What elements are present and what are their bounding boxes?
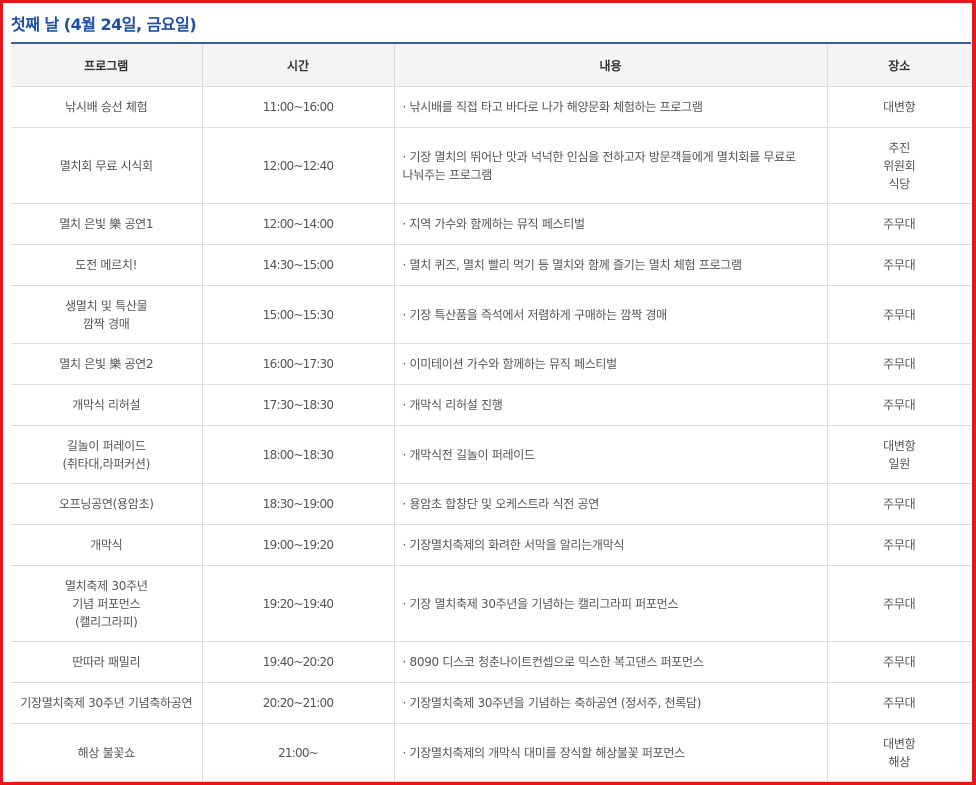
time-cell: 11:00~16:00 <box>201 86 394 128</box>
content-cell: · 기장 멸치축제 30주년을 기념하는 캘리그라피 퍼포먼스 <box>393 565 827 642</box>
program-cell: 길놀이 퍼레이드 (취타대,라퍼커션) <box>11 425 202 484</box>
header-place: 장소 <box>826 43 971 87</box>
time-cell: 17:30~18:30 <box>201 384 394 426</box>
place-cell: 주무대 <box>826 565 971 642</box>
table-row: 개막식 리허설 17:30~18:30 · 개막식 리허설 진행 주무대 <box>11 384 971 426</box>
table-header-row: 프로그램 시간 내용 장소 <box>11 43 971 87</box>
page-frame: 첫째 날 (4월 24일, 금요일) 프로그램 시간 내용 장소 낚시배 승선 … <box>0 0 976 785</box>
content-cell: · 기장 멸치의 뛰어난 맛과 넉넉한 인심을 전하고자 방문객들에게 멸치회를… <box>393 127 827 204</box>
program-cell: 해상 불꽃쇼 <box>11 723 202 782</box>
time-cell: 20:20~21:00 <box>201 682 394 724</box>
table-row: 기장멸치축제 30주년 기념축하공연 20:20~21:00 · 기장멸치축제 … <box>11 682 971 724</box>
header-content: 내용 <box>393 43 827 87</box>
table-row: 멸치축제 30주년 기념 퍼포먼스 (캘리그라피) 19:20~19:40 · … <box>11 565 971 642</box>
place-cell: 추진 위원회 식당 <box>826 127 971 204</box>
time-cell: 19:00~19:20 <box>201 524 394 566</box>
content-cell: · 지역 가수와 함께하는 뮤직 페스티벌 <box>393 203 827 245</box>
program-cell: 멸치 은빛 樂 공연1 <box>11 203 202 245</box>
header-program: 프로그램 <box>11 43 202 87</box>
table-row: 해상 불꽃쇼 21:00~ · 기장멸치축제의 개막식 대미를 장식할 해상불꽃… <box>11 723 971 782</box>
time-cell: 18:00~18:30 <box>201 425 394 484</box>
place-cell: 주무대 <box>826 483 971 525</box>
content-cell: · 멸치 퀴즈, 멸치 빨리 먹기 등 멸치와 함께 즐기는 멸치 체험 프로그… <box>393 244 827 286</box>
content-cell: · 기장멸치축제의 화려한 서막을 알리는개막식 <box>393 524 827 566</box>
program-cell: 낚시배 승선 체험 <box>11 86 202 128</box>
place-cell: 주무대 <box>826 682 971 724</box>
content-cell: · 용암초 합창단 및 오케스트라 식전 공연 <box>393 483 827 525</box>
time-cell: 15:00~15:30 <box>201 285 394 344</box>
place-cell: 주무대 <box>826 203 971 245</box>
time-cell: 14:30~15:00 <box>201 244 394 286</box>
time-cell: 19:20~19:40 <box>201 565 394 642</box>
table-row: 도전 메르치! 14:30~15:00 · 멸치 퀴즈, 멸치 빨리 먹기 등 … <box>11 244 971 286</box>
content-cell: · 기장멸치축제 30주년을 기념하는 축하공연 (정서주, 천록담) <box>393 682 827 724</box>
table-row: 딴따라 패밀리 19:40~20:20 · 8090 디스코 청춘나이트컨셉으로… <box>11 641 971 683</box>
time-cell: 12:00~14:00 <box>201 203 394 245</box>
table-row: 멸치 은빛 樂 공연1 12:00~14:00 · 지역 가수와 함께하는 뮤직… <box>11 203 971 245</box>
section-title: 첫째 날 (4월 24일, 금요일) <box>11 15 197 34</box>
place-cell: 대변항 해상 <box>826 723 971 782</box>
program-cell: 도전 메르치! <box>11 244 202 286</box>
time-cell: 16:00~17:30 <box>201 343 394 385</box>
program-cell: 멸치축제 30주년 기념 퍼포먼스 (캘리그라피) <box>11 565 202 642</box>
place-cell: 주무대 <box>826 384 971 426</box>
content-cell: · 기장 특산품을 즉석에서 저렴하게 구매하는 깜짝 경매 <box>393 285 827 344</box>
place-cell: 주무대 <box>826 343 971 385</box>
table-row: 멸치회 무료 시식회 12:00~12:40 · 기장 멸치의 뛰어난 맛과 넉… <box>11 127 971 204</box>
program-cell: 생멸치 및 특산물 깜짝 경매 <box>11 285 202 344</box>
program-cell: 멸치회 무료 시식회 <box>11 127 202 204</box>
place-cell: 대변항 <box>826 86 971 128</box>
place-cell: 주무대 <box>826 285 971 344</box>
place-cell: 대변항 일원 <box>826 425 971 484</box>
program-cell: 오프닝공연(용암초) <box>11 483 202 525</box>
program-cell: 개막식 리허설 <box>11 384 202 426</box>
content-cell: · 개막식전 길놀이 퍼레이드 <box>393 425 827 484</box>
place-cell: 주무대 <box>826 244 971 286</box>
program-cell: 멸치 은빛 樂 공연2 <box>11 343 202 385</box>
content-cell: · 기장멸치축제의 개막식 대미를 장식할 해상불꽃 퍼포먼스 <box>393 723 827 782</box>
program-cell: 기장멸치축제 30주년 기념축하공연 <box>11 682 202 724</box>
table-row: 낚시배 승선 체험 11:00~16:00 · 낚시배를 직접 타고 바다로 나… <box>11 86 971 128</box>
time-cell: 12:00~12:40 <box>201 127 394 204</box>
table-body: 낚시배 승선 체험 11:00~16:00 · 낚시배를 직접 타고 바다로 나… <box>11 86 971 782</box>
table-row: 오프닝공연(용암초) 18:30~19:00 · 용암초 합창단 및 오케스트라… <box>11 483 971 525</box>
program-cell: 딴따라 패밀리 <box>11 641 202 683</box>
content-cell: · 이미테이션 가수와 함께하는 뮤직 페스티벌 <box>393 343 827 385</box>
content-cell: · 8090 디스코 청춘나이트컨셉으로 믹스한 복고댄스 퍼포먼스 <box>393 641 827 683</box>
table-row: 생멸치 및 특산물 깜짝 경매 15:00~15:30 · 기장 특산품을 즉석… <box>11 285 971 344</box>
table-row: 멸치 은빛 樂 공연2 16:00~17:30 · 이미테이션 가수와 함께하는… <box>11 343 971 385</box>
place-cell: 주무대 <box>826 524 971 566</box>
time-cell: 18:30~19:00 <box>201 483 394 525</box>
content-cell: · 낚시배를 직접 타고 바다로 나가 해양문화 체험하는 프로그램 <box>393 86 827 128</box>
table-row: 개막식 19:00~19:20 · 기장멸치축제의 화려한 서막을 알리는개막식… <box>11 524 971 566</box>
program-cell: 개막식 <box>11 524 202 566</box>
time-cell: 21:00~ <box>201 723 394 782</box>
place-cell: 주무대 <box>826 641 971 683</box>
header-time: 시간 <box>201 43 394 87</box>
time-cell: 19:40~20:20 <box>201 641 394 683</box>
content-cell: · 개막식 리허설 진행 <box>393 384 827 426</box>
schedule-table: 프로그램 시간 내용 장소 낚시배 승선 체험 11:00~16:00 · 낚시… <box>11 42 971 782</box>
table-row: 길놀이 퍼레이드 (취타대,라퍼커션) 18:00~18:30 · 개막식전 길… <box>11 425 971 484</box>
